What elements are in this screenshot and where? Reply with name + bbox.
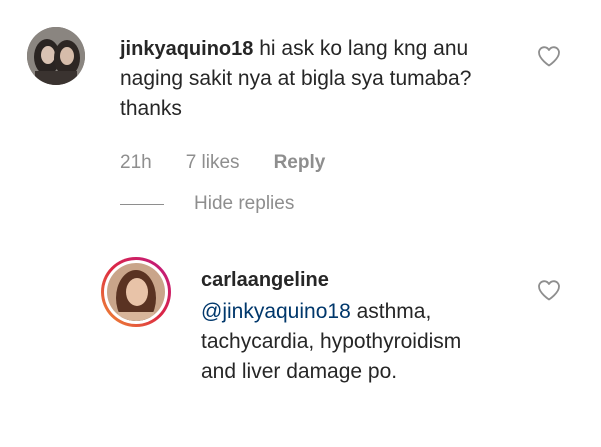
- comment-likes[interactable]: 7 likes: [186, 152, 240, 174]
- reply-content: @jinkyaquino18 asthma, tachycardia, hypo…: [201, 297, 491, 387]
- comment-body: jinkyaquino18 hi ask ko lang kng anu nag…: [120, 34, 520, 124]
- comment-text-block: jinkyaquino18 hi ask ko lang kng anu nag…: [120, 34, 520, 124]
- comment-time[interactable]: 21h: [120, 152, 152, 174]
- heart-icon[interactable]: [537, 45, 561, 67]
- reply-button[interactable]: Reply: [274, 152, 326, 174]
- comment-meta: 21h 7 likes Reply: [120, 152, 325, 174]
- replies-divider: [120, 203, 164, 205]
- hide-replies-label: Hide replies: [194, 193, 295, 214]
- avatar-photo: [27, 27, 85, 85]
- reply-username[interactable]: carlaangeline: [201, 265, 501, 295]
- hide-replies-button[interactable]: Hide replies: [120, 193, 294, 215]
- reply-avatar[interactable]: [100, 256, 172, 328]
- reply-mention[interactable]: @jinkyaquino18: [201, 300, 351, 323]
- avatar[interactable]: [27, 27, 85, 85]
- reply-text-block: carlaangeline @jinkyaquino18 asthma, tac…: [201, 265, 501, 387]
- comment-username[interactable]: jinkyaquino18: [120, 38, 253, 60]
- avatar-story-ring: [101, 257, 171, 327]
- heart-icon[interactable]: [537, 279, 561, 301]
- reply-body: carlaangeline @jinkyaquino18 asthma, tac…: [201, 265, 501, 387]
